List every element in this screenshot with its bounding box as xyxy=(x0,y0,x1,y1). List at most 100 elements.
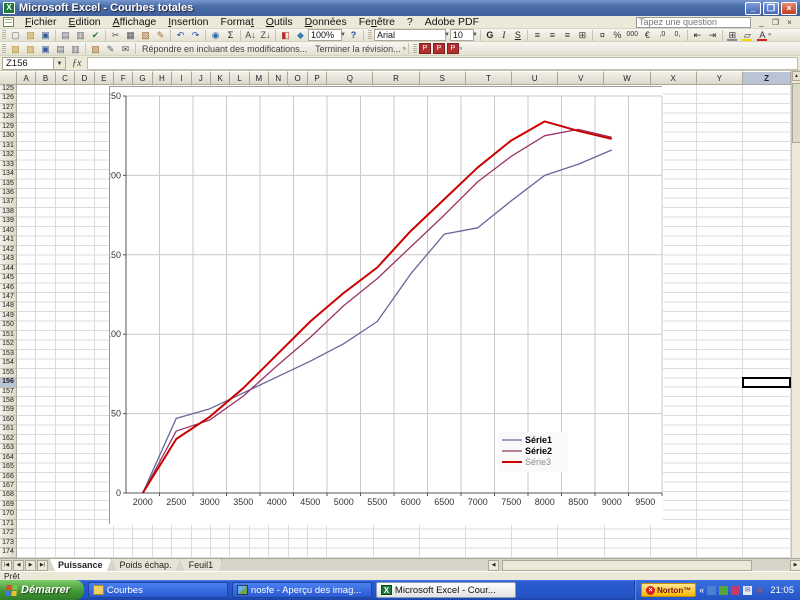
row-header-161[interactable]: 161 xyxy=(0,425,17,434)
euro-icon[interactable]: € xyxy=(640,29,655,41)
drawing-icon[interactable]: ◆ xyxy=(293,29,308,41)
row-header-174[interactable]: 174 xyxy=(0,548,17,557)
print-icon[interactable]: ▤ xyxy=(58,29,73,41)
toolbar-overflow-icon[interactable]: » xyxy=(403,46,406,52)
sheet-tab-feuil1[interactable]: Feuil1 xyxy=(181,559,223,571)
menu-item-[interactable]: ? xyxy=(401,16,419,29)
row-header-172[interactable]: 172 xyxy=(0,529,17,538)
toolbar-grip[interactable] xyxy=(368,30,372,40)
insert-function-icon[interactable]: ƒx xyxy=(72,58,81,69)
column-header-N[interactable]: N xyxy=(269,71,288,85)
menu-item-insertion[interactable]: Insertion xyxy=(162,16,214,29)
row-header-134[interactable]: 134 xyxy=(0,170,17,179)
convert-to-pdf-icon[interactable]: P xyxy=(419,43,431,54)
column-header-G[interactable]: G xyxy=(133,71,152,85)
autosum-icon[interactable]: Σ xyxy=(223,29,238,41)
review-comment-icon[interactable]: ▧ xyxy=(88,43,103,55)
row-header-132[interactable]: 132 xyxy=(0,151,17,160)
task-button-image[interactable]: nosfe - Aperçu des imag... xyxy=(232,582,372,598)
copy-icon[interactable]: ▦ xyxy=(123,29,138,41)
column-header-F[interactable]: F xyxy=(114,71,133,85)
column-header-R[interactable]: R xyxy=(373,71,419,85)
task-button-folder[interactable]: Courbes xyxy=(88,582,228,598)
new-document-icon[interactable]: ▢ xyxy=(8,29,23,41)
row-header-168[interactable]: 168 xyxy=(0,491,17,500)
review-mail-icon[interactable]: ✉ xyxy=(118,43,133,55)
increase-decimal-icon[interactable]: ,0 xyxy=(655,29,670,41)
horizontal-scroll-thumb[interactable] xyxy=(502,560,752,571)
save-icon[interactable]: ▣ xyxy=(38,29,53,41)
menu-item-fentre[interactable]: Fenêtre xyxy=(353,16,401,29)
redo-icon[interactable]: ↷ xyxy=(188,29,203,41)
horizontal-scrollbar[interactable]: ◀ ▶ xyxy=(228,559,800,571)
menu-item-affichage[interactable]: Affichage xyxy=(107,16,163,29)
row-header-131[interactable]: 131 xyxy=(0,142,17,151)
scroll-up-icon[interactable]: ▲ xyxy=(792,71,800,81)
row-header-155[interactable]: 155 xyxy=(0,369,17,378)
column-header-V[interactable]: V xyxy=(558,71,604,85)
open-icon[interactable]: ▨ xyxy=(23,29,38,41)
sort-ascending-icon[interactable]: A↓ xyxy=(243,29,258,41)
row-header-146[interactable]: 146 xyxy=(0,284,17,293)
cut-icon[interactable]: ✂ xyxy=(108,29,123,41)
decrease-indent-icon[interactable]: ⇤ xyxy=(690,29,705,41)
column-header-Y[interactable]: Y xyxy=(697,71,743,85)
menu-item-format[interactable]: Format xyxy=(215,16,260,29)
currency-icon[interactable]: ¤ xyxy=(595,29,610,41)
row-header-135[interactable]: 135 xyxy=(0,180,17,189)
hscroll-right-icon[interactable]: ▶ xyxy=(790,560,800,571)
bold-button[interactable]: G xyxy=(483,29,497,41)
selected-cell-border[interactable] xyxy=(742,377,791,387)
end-review-button[interactable]: Terminer la révision... xyxy=(311,44,405,54)
row-header-163[interactable]: 163 xyxy=(0,444,17,453)
increase-indent-icon[interactable]: ⇥ xyxy=(705,29,720,41)
row-header-143[interactable]: 143 xyxy=(0,255,17,264)
font-size-select[interactable]: 10 xyxy=(450,29,474,41)
restore-button[interactable]: ❐ xyxy=(763,2,779,15)
row-header-160[interactable]: 160 xyxy=(0,416,17,425)
row-header-169[interactable]: 169 xyxy=(0,501,17,510)
underline-button[interactable]: S xyxy=(511,29,525,41)
font-name-select[interactable]: Arial xyxy=(374,29,446,41)
column-header-K[interactable]: K xyxy=(211,71,230,85)
menu-item-edition[interactable]: Edition xyxy=(63,16,107,29)
toolbar-grip[interactable] xyxy=(2,44,6,54)
thousands-icon[interactable]: 000 xyxy=(625,29,640,41)
row-header-147[interactable]: 147 xyxy=(0,293,17,302)
vertical-scrollbar[interactable]: ▲ ▼ xyxy=(791,71,800,570)
row-header-154[interactable]: 154 xyxy=(0,359,17,368)
row-header-141[interactable]: 141 xyxy=(0,236,17,245)
column-header-S[interactable]: S xyxy=(420,71,466,85)
row-header-142[interactable]: 142 xyxy=(0,246,17,255)
column-header-U[interactable]: U xyxy=(512,71,558,85)
sort-descending-icon[interactable]: Z↓ xyxy=(258,29,273,41)
row-header-130[interactable]: 130 xyxy=(0,132,17,141)
row-header-129[interactable]: 129 xyxy=(0,123,17,132)
reply-with-changes-button[interactable]: Répondre en incluant des modifications..… xyxy=(138,44,311,54)
align-right-icon[interactable]: ≡ xyxy=(560,29,575,41)
row-header-128[interactable]: 128 xyxy=(0,113,17,122)
row-header-167[interactable]: 167 xyxy=(0,482,17,491)
doc-restore-button[interactable]: ❐ xyxy=(769,17,782,28)
row-header-156[interactable]: 156 xyxy=(0,378,17,387)
row-header-157[interactable]: 157 xyxy=(0,388,17,397)
row-header-150[interactable]: 150 xyxy=(0,321,17,330)
row-header-152[interactable]: 152 xyxy=(0,340,17,349)
row-header-166[interactable]: 166 xyxy=(0,473,17,482)
name-box[interactable]: Z156 xyxy=(2,57,54,70)
vertical-scroll-thumb[interactable] xyxy=(792,83,800,143)
column-header-I[interactable]: I xyxy=(172,71,191,85)
column-header-X[interactable]: X xyxy=(651,71,697,85)
shield-tray-icon[interactable] xyxy=(719,586,728,595)
review-folder-icon[interactable]: ▨ xyxy=(23,43,38,55)
ask-question-input[interactable] xyxy=(636,17,751,28)
menu-item-donnes[interactable]: Données xyxy=(299,16,353,29)
select-all-corner[interactable] xyxy=(0,71,17,85)
column-header-Z[interactable]: Z xyxy=(743,71,791,85)
row-header-170[interactable]: 170 xyxy=(0,510,17,519)
row-header-151[interactable]: 151 xyxy=(0,331,17,340)
column-header-L[interactable]: L xyxy=(230,71,249,85)
row-header-140[interactable]: 140 xyxy=(0,227,17,236)
italic-button[interactable]: I xyxy=(497,29,511,41)
tray-chevron-icon[interactable]: « xyxy=(699,585,704,595)
